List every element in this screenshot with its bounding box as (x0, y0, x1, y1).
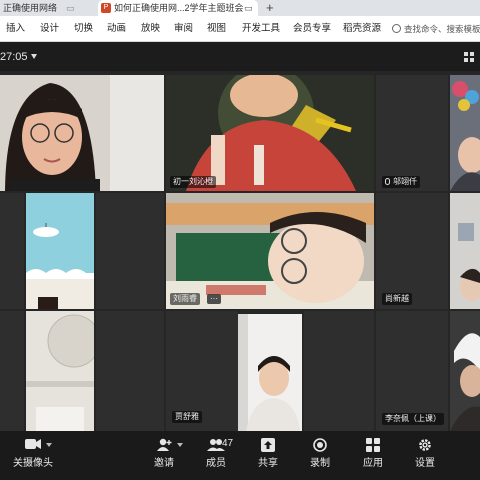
participant-name: 尚新越 (382, 293, 412, 305)
participant-video (26, 311, 94, 431)
gear-icon (419, 439, 431, 451)
participant-name: 李奈佩（上课） (382, 413, 444, 425)
chevron-down-icon[interactable] (31, 54, 37, 59)
participant-name: 初一刘沁橙 (170, 176, 216, 188)
search-icon (392, 24, 401, 33)
video-tile[interactable]: 李奈佩（上课） (376, 311, 448, 431)
share-button[interactable]: 共享 (250, 431, 286, 480)
command-search[interactable]: 查找命令、搜索模板 (392, 16, 480, 42)
video-tile[interactable]: 尚新越 (376, 193, 448, 309)
video-tile[interactable] (96, 311, 164, 431)
meeting-top-bar: 27:05 (0, 43, 480, 71)
apps-grid-icon (366, 438, 380, 452)
chevron-down-icon[interactable] (177, 443, 183, 447)
menu-insert[interactable]: 插入 (6, 16, 25, 42)
chevron-down-icon[interactable] (46, 443, 52, 447)
participant-video (166, 75, 374, 191)
participant-video (0, 75, 164, 191)
video-tile[interactable] (96, 193, 164, 309)
participant-video (26, 193, 94, 309)
tab-close-icon[interactable]: ▭ (244, 0, 253, 16)
participant-video (450, 311, 480, 431)
invite-label: 邀请 (154, 458, 174, 469)
record-icon (313, 438, 327, 452)
tab-1-label: 正确使用网络 (3, 3, 58, 13)
video-tile[interactable]: 刘雨睿 ··· (166, 193, 374, 309)
video-tile[interactable] (0, 311, 24, 431)
menu-transition[interactable]: 切换 (74, 16, 93, 42)
menu-member-exclusive[interactable]: 会员专享 (293, 16, 331, 42)
participant-name: 邬翊仟 (382, 176, 420, 188)
browser-tab-2-active[interactable]: P 如何正确使用网...2学年主题班会 ▭ (98, 0, 258, 16)
settings-button[interactable]: 设置 (407, 431, 443, 480)
camera-icon (25, 439, 41, 449)
video-tile[interactable] (26, 311, 94, 431)
participant-video (450, 75, 480, 191)
menu-developer-tools[interactable]: 开发工具 (242, 16, 280, 42)
menu-docer-resources[interactable]: 稻壳资源 (343, 16, 381, 42)
mic-icon (385, 178, 390, 185)
participant-video (238, 314, 302, 431)
menu-slideshow[interactable]: 放映 (141, 16, 160, 42)
browser-tab-1[interactable]: 正确使用网络 ▭ (0, 0, 92, 16)
video-tile[interactable]: 初一刘沁橙 (166, 75, 374, 191)
video-tile[interactable] (238, 314, 302, 431)
ppt-icon: P (101, 3, 111, 13)
video-tile[interactable] (304, 311, 374, 431)
video-tile[interactable]: 邬翊仟 (376, 75, 448, 191)
more-options-button[interactable]: ··· (207, 294, 221, 304)
video-grid: 初一刘沁橙 邬翊仟 刘雨睿 ··· 尚新越 贾舒雅 李奈佩（上课） (0, 71, 480, 431)
video-tile[interactable]: 贾舒雅 (166, 311, 238, 431)
participant-name: 刘雨睿 (170, 293, 200, 305)
participant-name: 贾舒雅 (172, 411, 202, 423)
tab-2-label: 如何正确使用网...2学年主题班会 (114, 3, 244, 13)
participant-video (450, 193, 480, 309)
search-placeholder: 查找命令、搜索模板 (404, 24, 480, 34)
invite-icon (157, 438, 172, 451)
menu-animation[interactable]: 动画 (107, 16, 126, 42)
share-screen-icon (261, 438, 275, 452)
apps-button[interactable]: 应用 (355, 431, 391, 480)
record-label: 录制 (310, 458, 330, 469)
grid-view-icon[interactable] (464, 52, 474, 62)
camera-off-button[interactable]: 关摄像头 (6, 431, 60, 480)
new-tab-button[interactable]: + (266, 0, 274, 15)
ribbon-menu: 插入 设计 切换 动画 放映 审阅 视图 开发工具 会员专享 稻壳资源 查找命令… (0, 16, 480, 42)
video-tile[interactable] (0, 75, 164, 191)
members-count: 47 (222, 438, 234, 449)
video-tile[interactable] (450, 193, 480, 309)
camera-label: 关摄像头 (13, 458, 53, 469)
members-label: 成员 (206, 458, 226, 469)
apps-label: 应用 (363, 458, 383, 469)
settings-label: 设置 (415, 458, 435, 469)
invite-button[interactable]: 邀请 (146, 431, 182, 480)
browser-tab-bar: 正确使用网络 ▭ P 如何正确使用网...2学年主题班会 ▭ + (0, 0, 480, 16)
tab-close-icon[interactable]: ▭ (66, 0, 75, 16)
participant-video (166, 193, 374, 309)
meeting-timer: 27:05 (0, 51, 28, 63)
video-tile[interactable] (450, 75, 480, 191)
video-tile[interactable] (450, 311, 480, 431)
share-label: 共享 (258, 458, 278, 469)
meeting-toolbar: 关摄像头 邀请 成员 47 共享 录制 应用 设置 (0, 431, 480, 480)
menu-review[interactable]: 审阅 (174, 16, 193, 42)
video-tile[interactable] (0, 193, 24, 309)
record-button[interactable]: 录制 (302, 431, 338, 480)
menu-view[interactable]: 视图 (207, 16, 226, 42)
menu-design[interactable]: 设计 (40, 16, 59, 42)
video-tile[interactable] (26, 193, 94, 309)
